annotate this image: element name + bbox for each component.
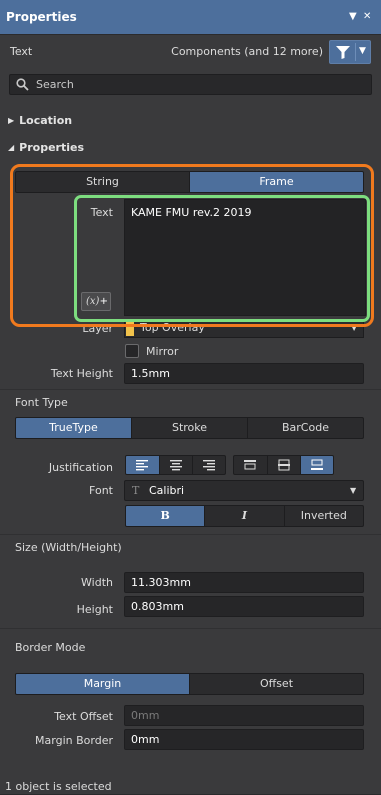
- close-icon[interactable]: ✕: [363, 11, 371, 23]
- chevron-down-icon[interactable]: ▼: [350, 486, 356, 495]
- margin-border-label: Margin Border: [35, 734, 113, 747]
- mirror-label: Mirror: [146, 345, 179, 358]
- divider: [0, 628, 381, 629]
- vertical-justification-group: [233, 455, 334, 475]
- align-top-icon: [244, 460, 256, 470]
- inverted-button[interactable]: Inverted: [283, 506, 363, 526]
- font-value: Calibri: [149, 484, 185, 497]
- tab-barcode[interactable]: BarCode: [247, 418, 363, 438]
- align-middle-icon: [278, 459, 290, 471]
- font-type-toggle: TrueType Stroke BarCode: [15, 417, 364, 439]
- search-icon: [16, 78, 29, 91]
- section-properties-label: Properties: [19, 141, 84, 154]
- align-left-button[interactable]: [126, 456, 159, 474]
- object-type-label: Text: [10, 45, 33, 58]
- bold-button[interactable]: B: [126, 506, 205, 526]
- mirror-checkbox[interactable]: [125, 344, 139, 358]
- width-label: Width: [81, 576, 113, 589]
- section-location[interactable]: ▶ Location: [8, 114, 72, 127]
- status-text: 1 object is selected: [5, 780, 112, 793]
- panel-title-bar[interactable]: Properties ▼ ✕: [0, 0, 381, 35]
- height-label: Height: [76, 603, 113, 616]
- margin-border-input[interactable]: 0mm: [124, 729, 364, 750]
- tab-truetype[interactable]: TrueType: [16, 418, 131, 438]
- tab-margin[interactable]: Margin: [16, 674, 189, 694]
- align-bottom-button[interactable]: [300, 456, 333, 474]
- text-height-input[interactable]: 1.5mm: [124, 363, 364, 384]
- expand-right-icon: ▶: [8, 116, 15, 125]
- text-offset-label: Text Offset: [54, 710, 113, 723]
- italic-button[interactable]: I: [204, 506, 283, 526]
- panel-title: Properties: [6, 10, 77, 24]
- align-left-icon: [136, 460, 148, 471]
- funnel-icon: [336, 46, 350, 59]
- align-center-button[interactable]: [159, 456, 192, 474]
- chevron-down-icon[interactable]: ▼: [359, 46, 366, 56]
- horizontal-justification-group: [125, 455, 226, 475]
- align-right-icon: [203, 460, 215, 471]
- font-style-toggle: B I Inverted: [125, 505, 364, 527]
- divider: [0, 389, 381, 390]
- search-input[interactable]: Search: [9, 74, 372, 95]
- divider: [0, 534, 381, 535]
- filter-divider: [355, 43, 356, 61]
- tab-offset[interactable]: Offset: [189, 674, 363, 694]
- justification-label: Justification: [48, 461, 113, 474]
- font-type-heading: Font Type: [15, 396, 68, 409]
- section-location-label: Location: [19, 114, 73, 127]
- align-right-button[interactable]: [192, 456, 225, 474]
- pin-icon[interactable]: ▼: [349, 11, 357, 23]
- font-select[interactable]: T Calibri ▼: [124, 480, 364, 501]
- align-top-button[interactable]: [234, 456, 267, 474]
- size-heading: Size (Width/Height): [15, 541, 122, 554]
- border-mode-heading: Border Mode: [15, 641, 86, 654]
- truetype-icon: T: [132, 484, 140, 497]
- width-input[interactable]: 11.303mm: [124, 572, 364, 593]
- collapse-down-icon: ◢: [8, 143, 15, 152]
- search-placeholder: Search: [36, 78, 74, 91]
- text-height-label: Text Height: [50, 367, 113, 380]
- align-middle-button[interactable]: [267, 456, 300, 474]
- height-input[interactable]: 0.803mm: [124, 596, 364, 617]
- font-label: Font: [89, 484, 113, 497]
- filter-summary: Components (and 12 more): [171, 45, 323, 58]
- highlight-frame-green: [74, 195, 370, 322]
- section-properties[interactable]: ◢ Properties: [8, 141, 84, 154]
- tab-stroke[interactable]: Stroke: [131, 418, 247, 438]
- align-center-icon: [170, 460, 182, 471]
- border-mode-toggle: Margin Offset: [15, 673, 364, 695]
- filter-button[interactable]: ▼: [329, 40, 371, 64]
- align-bottom-icon: [311, 459, 323, 470]
- text-offset-input[interactable]: 0mm: [124, 705, 364, 726]
